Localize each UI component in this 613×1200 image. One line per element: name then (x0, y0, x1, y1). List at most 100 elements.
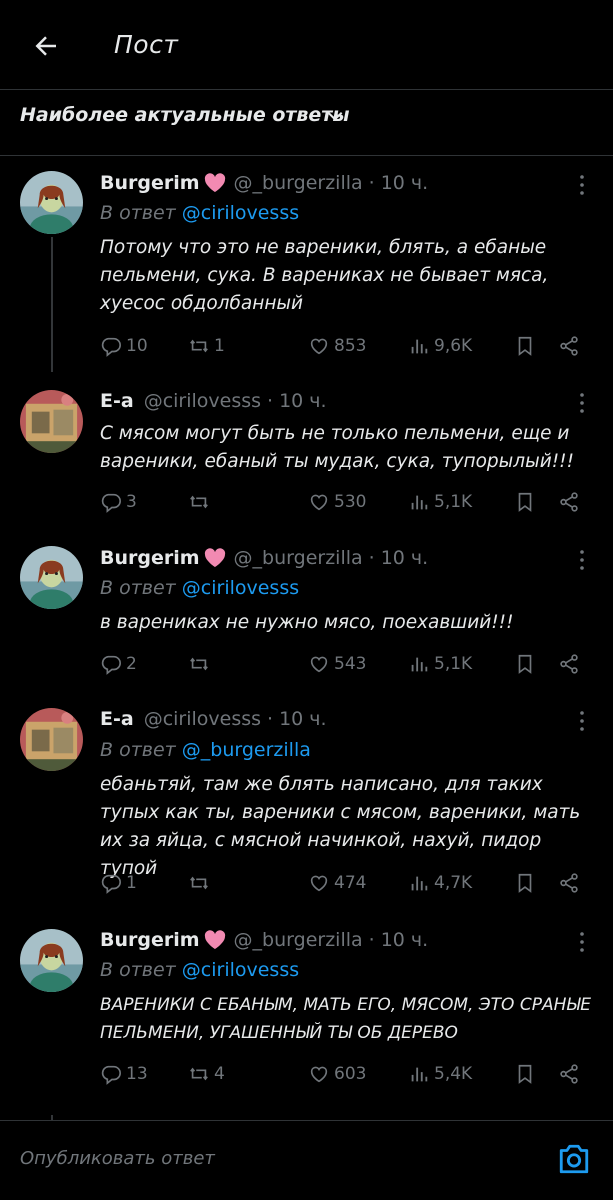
bookmark-button[interactable] (514, 331, 536, 361)
views-button[interactable]: 9,6K (408, 331, 472, 361)
repost-button[interactable] (188, 649, 210, 679)
repost-icon (188, 872, 210, 894)
author-handle[interactable]: @_burgerzilla (234, 929, 363, 951)
author-handle[interactable]: @_burgerzilla (234, 172, 363, 194)
separator-dot: · (267, 708, 274, 730)
avatar[interactable] (20, 708, 83, 771)
repost-button[interactable]: 1 (188, 331, 225, 361)
reply-button[interactable]: 13 (100, 1059, 148, 1089)
tweet-text: ВАРЕНИКИ С ЕБАНЫМ, МАТЬ ЕГО, МЯСОМ, ЭТО … (100, 995, 592, 1043)
like-button[interactable]: 543 (308, 649, 366, 679)
thread-line (51, 237, 53, 372)
avatar[interactable] (20, 929, 83, 992)
timestamp[interactable]: 10 ч. (381, 172, 428, 194)
views-button[interactable]: 5,1K (408, 487, 472, 517)
separator-dot: · (368, 547, 375, 569)
share-button[interactable] (558, 868, 580, 898)
heart-emoji-icon (204, 173, 226, 193)
share-button[interactable] (558, 649, 580, 679)
author-handle[interactable]: @cirilovesss (144, 390, 261, 412)
reply-count: 2 (126, 654, 137, 674)
bookmark-button[interactable] (514, 649, 536, 679)
reply-to: В ответ @_burgerzilla (100, 739, 311, 761)
timestamp[interactable]: 10 ч. (279, 708, 326, 730)
reply-handle-link[interactable]: @_burgerzilla (182, 739, 311, 761)
author-name[interactable]: Burgerim (100, 547, 200, 569)
reply-handle-link[interactable]: @cirilovesss (182, 202, 299, 224)
like-icon (308, 335, 330, 357)
repost-button[interactable] (188, 868, 210, 898)
author-name[interactable]: E-a (100, 708, 134, 730)
repost-button[interactable] (188, 487, 210, 517)
reply-to: В ответ @cirilovesss (100, 202, 299, 224)
repost-count: 4 (214, 1064, 225, 1084)
views-button[interactable]: 5,1K (408, 649, 472, 679)
bookmark-button[interactable] (514, 487, 536, 517)
reply-button[interactable]: 1 (100, 868, 137, 898)
back-button[interactable] (28, 28, 64, 64)
top-bar (0, 0, 613, 90)
sort-label[interactable]: Наиболее актуальные ответы (20, 104, 350, 126)
more-options-icon[interactable] (576, 930, 588, 954)
reply-input[interactable]: Опубликовать ответ (20, 1148, 215, 1169)
author-handle[interactable]: @cirilovesss (144, 708, 261, 730)
chevron-down-icon[interactable] (325, 106, 345, 126)
reply-button[interactable]: 3 (100, 487, 137, 517)
camera-icon[interactable] (557, 1143, 591, 1175)
share-button[interactable] (558, 1059, 580, 1089)
tweet-text: Потому что это не вареники, блять, а еба… (100, 237, 549, 314)
action-bar: 10 1 853 9,6K (100, 331, 600, 361)
share-icon (558, 1063, 580, 1085)
reply-handle-link[interactable]: @cirilovesss (182, 959, 299, 981)
views-count: 5,1K (434, 492, 473, 512)
more-options-icon[interactable] (576, 391, 588, 415)
bookmark-button[interactable] (514, 1059, 536, 1089)
reply-handle-link[interactable]: @cirilovesss (182, 577, 299, 599)
heart-emoji-icon (204, 930, 226, 950)
arrow-left-icon (35, 36, 56, 56)
like-button[interactable]: 530 (308, 487, 366, 517)
action-bar: 2 543 5,1K (100, 649, 600, 679)
tweet-header: Burgerim @_burgerzilla · 10 ч. (100, 929, 428, 951)
tweet-text: ебаньтяй, там же блять написано, для так… (100, 774, 581, 879)
like-button[interactable]: 603 (308, 1059, 366, 1089)
more-options-icon[interactable] (576, 548, 588, 572)
like-button[interactable]: 853 (308, 331, 366, 361)
share-button[interactable] (558, 331, 580, 361)
bookmark-icon (514, 335, 536, 357)
bookmark-button[interactable] (514, 868, 536, 898)
views-count: 5,4K (434, 1064, 473, 1084)
author-name[interactable]: E-a (100, 390, 134, 412)
like-count: 530 (334, 492, 367, 512)
author-name[interactable]: Burgerim (100, 172, 200, 194)
action-bar: 1 474 4,7K (100, 868, 600, 898)
separator-dot: · (368, 929, 375, 951)
author-handle[interactable]: @_burgerzilla (234, 547, 363, 569)
repost-icon (188, 335, 210, 357)
repost-icon (188, 653, 210, 675)
more-options-icon[interactable] (576, 173, 588, 197)
timestamp[interactable]: 10 ч. (279, 390, 326, 412)
avatar[interactable] (20, 546, 83, 609)
avatar[interactable] (20, 171, 83, 234)
views-icon (408, 491, 430, 513)
action-bar: 13 4 603 5,4K (100, 1059, 600, 1089)
more-options-icon[interactable] (576, 709, 588, 733)
author-name[interactable]: Burgerim (100, 929, 200, 951)
views-button[interactable]: 4,7K (408, 868, 472, 898)
reply-button[interactable]: 2 (100, 649, 137, 679)
reply-count: 3 (126, 492, 137, 512)
avatar[interactable] (20, 390, 83, 453)
reply-count: 13 (126, 1064, 148, 1084)
views-button[interactable]: 5,4K (408, 1059, 472, 1089)
views-count: 9,6K (434, 336, 473, 356)
timestamp[interactable]: 10 ч. (381, 929, 428, 951)
like-button[interactable]: 474 (308, 868, 366, 898)
share-button[interactable] (558, 487, 580, 517)
share-icon (558, 491, 580, 513)
views-icon (408, 335, 430, 357)
like-icon (308, 491, 330, 513)
timestamp[interactable]: 10 ч. (381, 547, 428, 569)
repost-button[interactable]: 4 (188, 1059, 225, 1089)
reply-button[interactable]: 10 (100, 331, 148, 361)
